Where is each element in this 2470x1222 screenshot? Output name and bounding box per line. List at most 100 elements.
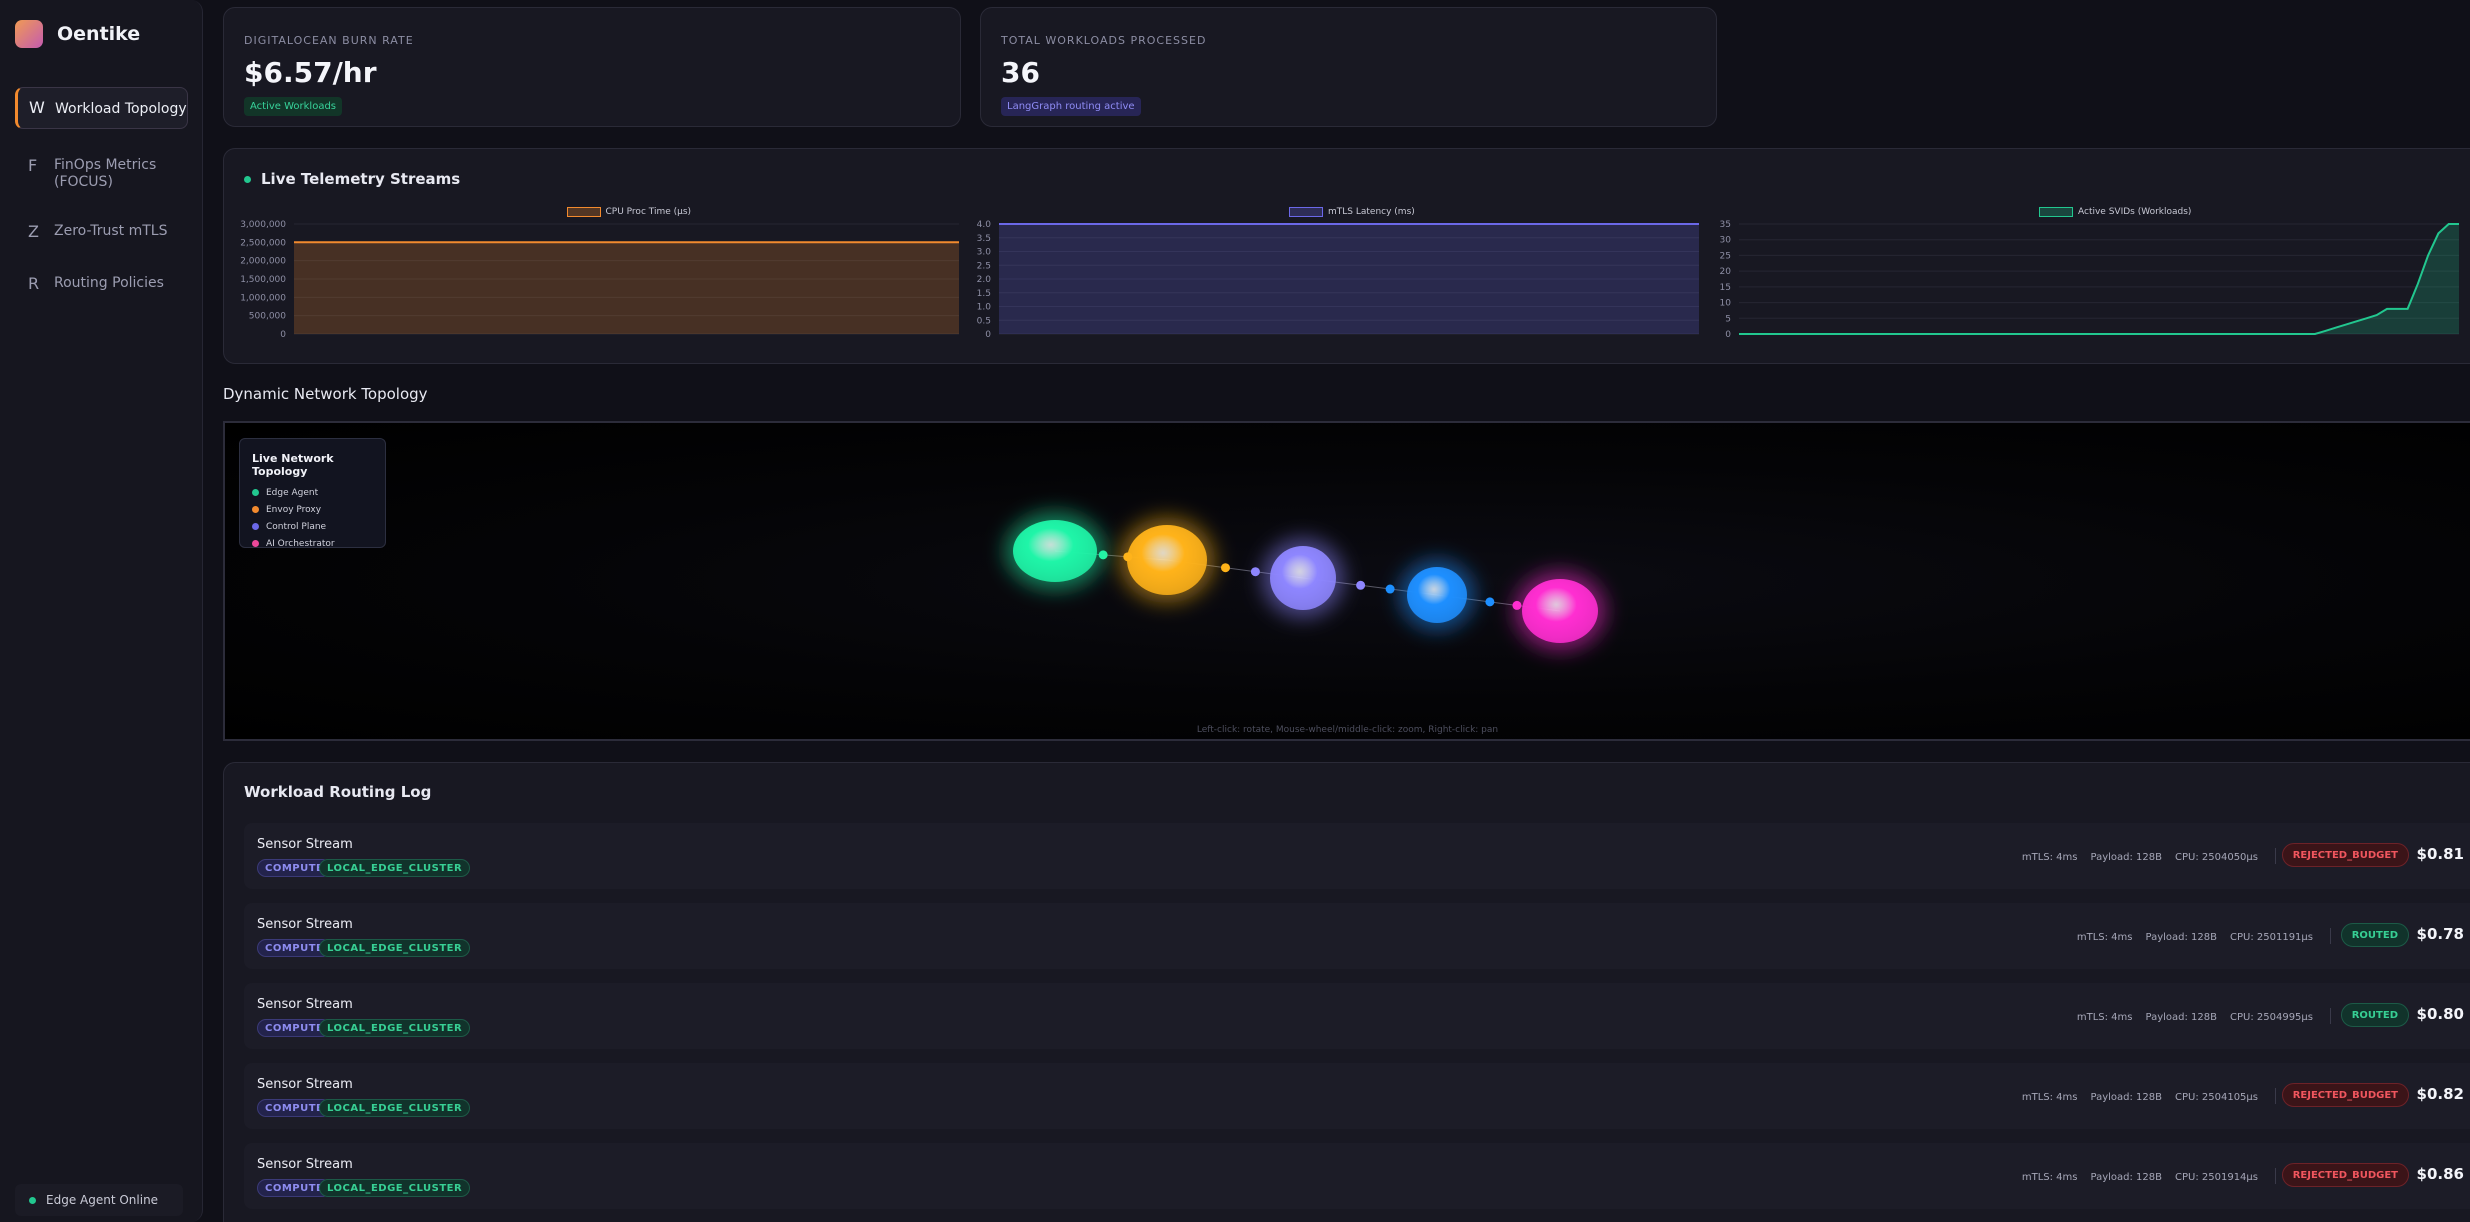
topology-node-ai-orchestrator[interactable]	[1522, 579, 1598, 643]
status-badge: LangGraph routing active	[1001, 97, 1141, 116]
y-tick-label: 30	[1720, 236, 1732, 246]
workload-metrics: mTLS: 4ms Payload: 128B CPU: 2504995μs	[2077, 1012, 2313, 1023]
telemetry-chart-1: 3,000,000 2,500,000 2,000,000 1,500,000 1,00…	[240, 220, 959, 340]
brand[interactable]: Oentike	[15, 20, 140, 48]
topology-node-control-plane[interactable]	[1270, 546, 1336, 610]
telemetry-chart-3: 35 30 25 20 15 10 5 0	[1720, 220, 2459, 340]
app-root: Oentike W Workload Topology F FinOps Met…	[0, 0, 2470, 1222]
kpi-value: $6.57/hr	[244, 56, 377, 89]
topology-legend: Live Network Topology Edge Agent Envoy P…	[239, 438, 386, 549]
payload-metric: Payload: 128B	[2090, 852, 2163, 863]
status-badge: REJECTED_BUDGET	[2281, 1163, 2409, 1187]
workload-cost: $0.80	[2416, 1005, 2464, 1023]
legend-label: Control Plane	[266, 521, 327, 532]
y-tick-label: 15	[1720, 283, 1731, 293]
kpi-label: DIGITALOCEAN BURN RATE	[244, 34, 414, 47]
workload-cost: $0.81	[2416, 845, 2464, 863]
table-row[interactable]: Sensor Stream COMPUTE LOCAL_EDGE_CLUSTER…	[244, 1063, 2470, 1129]
sidebar-item-label: Workload Topology	[55, 100, 187, 117]
workload-metrics: mTLS: 4ms Payload: 128B CPU: 2504050μs	[2022, 852, 2258, 863]
topology-packet	[1485, 597, 1495, 607]
series-area	[999, 224, 1699, 334]
legend-item-control-plane: Control Plane	[252, 518, 373, 535]
legend-item-edge-agent: Edge Agent	[252, 484, 373, 501]
table-row[interactable]: Sensor Stream COMPUTE LOCAL_EDGE_CLUSTER…	[244, 983, 2470, 1049]
target-cluster-tag: LOCAL_EDGE_CLUSTER	[319, 939, 471, 957]
series-line	[1739, 223, 2459, 335]
nav-letter-icon: R	[28, 274, 40, 293]
status-badge: REJECTED_BUDGET	[2281, 1083, 2409, 1107]
workload-name: Sensor Stream	[257, 997, 353, 1012]
sidebar-nav: W Workload Topology F FinOps Metrics (FO…	[15, 87, 188, 315]
telemetry-card: Live Telemetry Streams 3,000,000 2,500,00…	[223, 148, 2470, 364]
legend-label: Envoy Proxy	[266, 504, 322, 515]
y-tick-label: 2.0	[977, 275, 992, 285]
workload-name: Sensor Stream	[257, 917, 353, 932]
y-tick-label: 10	[1720, 299, 1732, 309]
divider	[2275, 848, 2276, 864]
topology-node-edge-agent[interactable]	[1013, 520, 1097, 582]
topology-node-control-plane[interactable]	[1407, 567, 1467, 623]
y-tick-label: 4.0	[977, 220, 992, 230]
cpu-metric: CPU: 2501191μs	[2230, 932, 2313, 943]
mtls-metric: mTLS: 4ms	[2021, 1092, 2078, 1103]
topology-node-envoy-proxy[interactable]	[1127, 525, 1207, 595]
legend-dot-icon	[252, 489, 259, 496]
status-badge: Active Workloads	[244, 97, 343, 116]
target-cluster-tag: LOCAL_EDGE_CLUSTER	[319, 859, 471, 877]
cpu-metric: CPU: 2504995μs	[2230, 1012, 2313, 1023]
nav-letter-icon: Z	[28, 222, 39, 241]
status-badge: REJECTED_BUDGET	[2281, 843, 2409, 867]
divider	[2275, 1168, 2276, 1184]
legend-dot-icon	[252, 523, 259, 530]
legend-label: Edge Agent	[266, 487, 319, 498]
sidebar-item-label: FinOps Metrics (FOCUS)	[54, 157, 157, 190]
y-tick-label: 1,500,000	[240, 275, 286, 285]
sidebar-item-zero-trust-mtls[interactable]: Z Zero-Trust mTLS	[15, 211, 188, 253]
legend-dot-icon	[252, 540, 259, 547]
agent-status: Edge Agent Online	[15, 1184, 183, 1216]
routing-log-title: Workload Routing Log	[244, 783, 432, 801]
telemetry-title: Live Telemetry Streams	[261, 170, 461, 188]
sidebar-item-routing-policies[interactable]: R Routing Policies	[15, 263, 188, 305]
mtls-metric: mTLS: 4ms	[2021, 1172, 2078, 1183]
topology-packet	[1356, 580, 1366, 590]
y-tick-label: 20	[1720, 267, 1732, 277]
y-tick-label: 0	[1725, 330, 1731, 340]
workload-name: Sensor Stream	[257, 1077, 353, 1092]
table-row[interactable]: Sensor Stream COMPUTE LOCAL_EDGE_CLUSTER…	[244, 1143, 2470, 1209]
y-tick-label: 2,500,000	[240, 238, 286, 248]
payload-metric: Payload: 128B	[2090, 1172, 2163, 1183]
sidebar-item-finops-metrics[interactable]: F FinOps Metrics (FOCUS)	[15, 145, 188, 201]
chart-legend: CPU Proc Time (μs)	[566, 207, 691, 217]
chart-legend: mTLS Latency (ms)	[1289, 207, 1415, 217]
divider	[2330, 928, 2331, 944]
live-dot-icon	[244, 176, 251, 183]
topology-canvas[interactable]: Live Network Topology Edge Agent Envoy P…	[223, 421, 2470, 741]
workload-name: Sensor Stream	[257, 837, 353, 852]
topology-packet	[1220, 563, 1230, 573]
logo-icon	[15, 20, 43, 48]
telemetry-chart-2: 4.0 3.5 3.0 2.5 2.0 1.5 1.0 0.5 0	[977, 220, 1699, 340]
kpi-card-burn-rate: DIGITALOCEAN BURN RATE $6.57/hr Active W…	[223, 7, 961, 127]
topology-graph[interactable]	[225, 423, 2470, 739]
y-tick-label: 3.0	[977, 248, 992, 258]
workload-cost: $0.86	[2416, 1165, 2464, 1183]
table-row[interactable]: Sensor Stream COMPUTE LOCAL_EDGE_CLUSTER…	[244, 823, 2470, 889]
status-badge: ROUTED	[2340, 923, 2409, 947]
legend-swatch	[1289, 207, 1323, 217]
series-area	[1739, 224, 2459, 334]
workload-metrics: mTLS: 4ms Payload: 128B CPU: 2504105μs	[2022, 1092, 2258, 1103]
sidebar-item-label: Zero-Trust mTLS	[54, 223, 168, 239]
legend-item-envoy-proxy: Envoy Proxy	[252, 501, 373, 518]
topology-title: Dynamic Network Topology	[223, 385, 428, 403]
routing-log-card: Workload Routing Log Sensor Stream COMPU…	[223, 762, 2470, 1222]
cpu-metric: CPU: 2501914μs	[2175, 1172, 2258, 1183]
status-badge: ROUTED	[2340, 1003, 2409, 1027]
sidebar-item-workload-topology[interactable]: W Workload Topology	[15, 87, 188, 129]
y-tick-label: 0	[985, 330, 991, 340]
target-cluster-tag: LOCAL_EDGE_CLUSTER	[319, 1019, 471, 1037]
table-row[interactable]: Sensor Stream COMPUTE LOCAL_EDGE_CLUSTER…	[244, 903, 2470, 969]
divider	[2275, 1088, 2276, 1104]
legend-label: Active SVIDs (Workloads)	[2078, 207, 2192, 217]
